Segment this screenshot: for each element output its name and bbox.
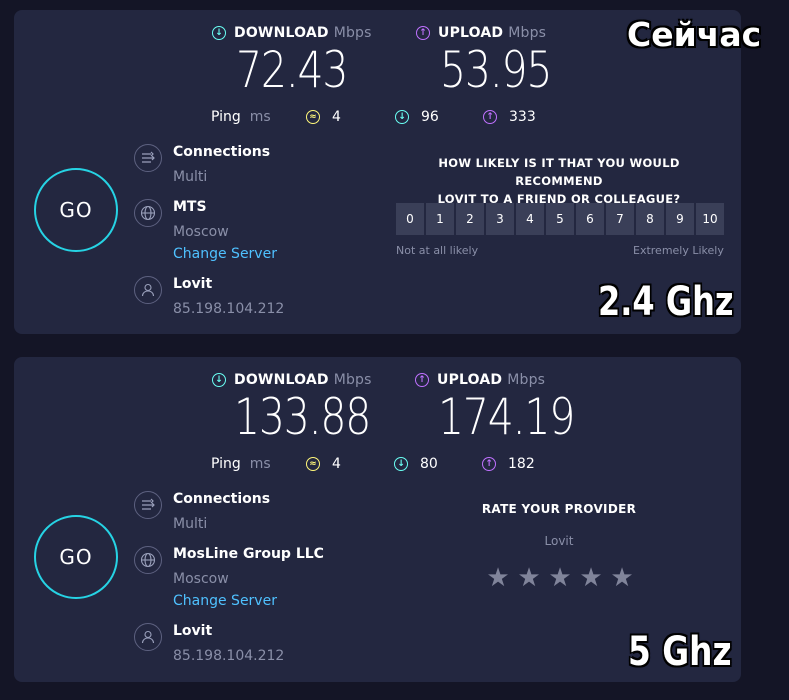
rate-provider-title: RATE YOUR PROVIDER <box>481 502 637 516</box>
survey-question-line1: HOW LIKELY IS IT THAT YOU WOULD RECOMMEN… <box>438 156 680 188</box>
scale-option[interactable]: 0 <box>396 203 424 235</box>
scale-option[interactable]: 2 <box>456 203 484 235</box>
user-icon <box>134 276 162 304</box>
change-server-link[interactable]: Change Server <box>173 246 277 262</box>
upload-label: UPLOAD <box>437 372 503 388</box>
user-icon <box>134 623 162 651</box>
upload-value: 174.19 <box>438 388 575 446</box>
download-arrow-icon: ↓ <box>395 110 409 124</box>
download-label: DOWNLOAD <box>234 372 329 388</box>
band-overlay-2-4ghz: 2.4 Ghz <box>598 279 734 325</box>
scale-option[interactable]: 5 <box>546 203 574 235</box>
scale-high-label: Extremely Likely <box>633 244 724 257</box>
server-name: MTS <box>173 199 207 215</box>
scale-option[interactable]: 4 <box>516 203 544 235</box>
jitter-icon: ≈ <box>306 110 320 124</box>
ping-download-value: 80 <box>420 456 438 472</box>
connections-title: Connections <box>173 491 271 507</box>
upload-unit: Mbps <box>508 25 547 41</box>
star-icon[interactable]: ★ <box>576 565 606 591</box>
survey-question: HOW LIKELY IS IT THAT YOU WOULD RECOMMEN… <box>394 154 724 208</box>
upload-arrow-icon: ↑ <box>482 457 496 471</box>
ping-upload: ↑ 182 <box>482 456 535 472</box>
download-unit: Mbps <box>333 372 372 388</box>
ping-label: Ping <box>211 456 241 472</box>
connections-icon <box>134 144 162 172</box>
go-button[interactable]: GO <box>34 168 118 252</box>
upload-header: ↑ UPLOAD Mbps <box>416 25 546 41</box>
upload-unit: Mbps <box>507 372 546 388</box>
globe-icon <box>134 546 162 574</box>
download-label: DOWNLOAD <box>234 25 329 41</box>
server-name: MosLine Group LLC <box>173 546 324 562</box>
download-value: 133.88 <box>234 388 371 446</box>
scale-option[interactable]: 10 <box>696 203 724 235</box>
upload-arrow-icon: ↑ <box>416 26 430 40</box>
jitter-value: 4 <box>332 109 341 125</box>
scale-option[interactable]: 3 <box>486 203 514 235</box>
rate-provider-name: Lovit <box>544 534 574 548</box>
download-arrow-icon: ↓ <box>212 373 226 387</box>
download-value: 72.43 <box>236 41 348 99</box>
download-header: ↓ DOWNLOAD Mbps <box>212 372 372 388</box>
ping-label: Ping <box>211 109 241 125</box>
download-header: ↓ DOWNLOAD Mbps <box>212 25 372 41</box>
provider-name: Lovit <box>173 276 213 292</box>
recommend-scale: 0 1 2 3 4 5 6 7 8 9 10 <box>396 203 726 235</box>
band-overlay-5ghz: 5 Ghz <box>628 629 732 675</box>
ping-jitter: ≈ 4 <box>306 456 341 472</box>
ping-label-row: Ping ms <box>211 456 271 472</box>
globe-icon <box>134 199 162 227</box>
star-icon[interactable]: ★ <box>607 565 637 591</box>
ping-upload: ↑ 333 <box>483 109 536 125</box>
go-button[interactable]: GO <box>34 515 118 599</box>
provider-name: Lovit <box>173 623 213 639</box>
ping-label-row: Ping ms <box>211 109 271 125</box>
scale-option[interactable]: 8 <box>636 203 664 235</box>
ping-download: ↓ 80 <box>394 456 438 472</box>
upload-arrow-icon: ↑ <box>415 373 429 387</box>
connections-icon <box>134 491 162 519</box>
jitter-icon: ≈ <box>306 457 320 471</box>
change-server-link[interactable]: Change Server <box>173 593 277 609</box>
ping-upload-value: 182 <box>508 456 535 472</box>
connections-value: Multi <box>173 516 208 532</box>
scale-option[interactable]: 6 <box>576 203 604 235</box>
now-overlay: Сейчас <box>627 15 762 54</box>
ping-download: ↓ 96 <box>395 109 439 125</box>
upload-header: ↑ UPLOAD Mbps <box>415 372 545 388</box>
upload-arrow-icon: ↑ <box>483 110 497 124</box>
scale-option[interactable]: 9 <box>666 203 694 235</box>
download-arrow-icon: ↓ <box>212 26 226 40</box>
ping-upload-value: 333 <box>509 109 536 125</box>
scale-option[interactable]: 7 <box>606 203 634 235</box>
star-icon[interactable]: ★ <box>514 565 544 591</box>
jitter-value: 4 <box>332 456 341 472</box>
connections-value: Multi <box>173 169 208 185</box>
scale-option[interactable]: 1 <box>426 203 454 235</box>
upload-value: 53.95 <box>440 41 552 99</box>
provider-ip: 85.198.104.212 <box>173 301 285 317</box>
server-location: Moscow <box>173 224 229 240</box>
star-icon[interactable]: ★ <box>483 565 513 591</box>
download-arrow-icon: ↓ <box>394 457 408 471</box>
provider-ip: 85.198.104.212 <box>173 648 285 664</box>
connections-title: Connections <box>173 144 271 160</box>
star-icon[interactable]: ★ <box>545 565 575 591</box>
upload-label: UPLOAD <box>438 25 504 41</box>
scale-low-label: Not at all likely <box>396 244 479 257</box>
ping-unit: ms <box>249 109 271 125</box>
ping-download-value: 96 <box>421 109 439 125</box>
star-rating: ★ ★ ★ ★ ★ <box>483 565 638 591</box>
ping-unit: ms <box>249 456 271 472</box>
download-unit: Mbps <box>333 25 372 41</box>
ping-jitter: ≈ 4 <box>306 109 341 125</box>
server-location: Moscow <box>173 571 229 587</box>
